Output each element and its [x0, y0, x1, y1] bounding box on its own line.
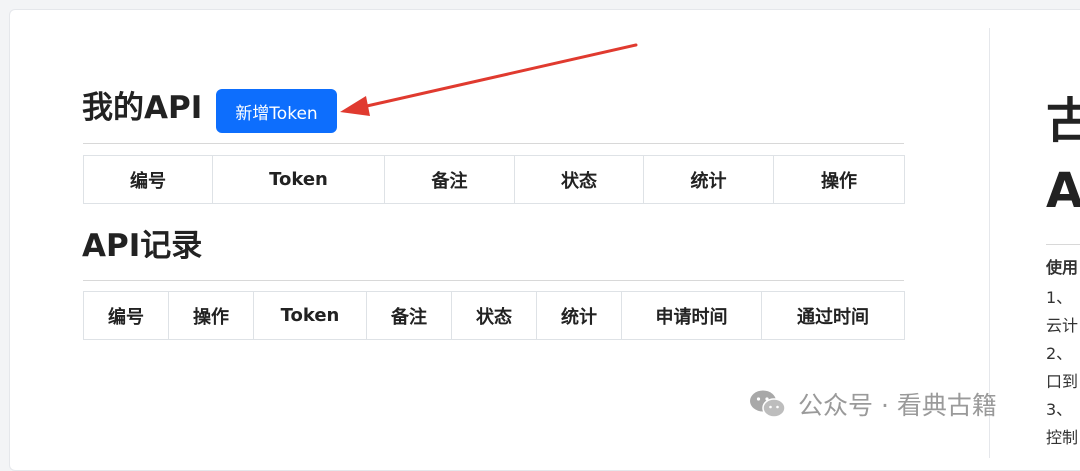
- column-header: 备注: [366, 291, 452, 340]
- side-panel-text: 2、: [1046, 344, 1073, 363]
- column-header: 状态: [514, 155, 644, 204]
- side-panel-title: 古: [1046, 93, 1080, 149]
- section-rule: [83, 143, 904, 144]
- annotation-arrow: [340, 43, 638, 116]
- column-header: 操作: [168, 291, 254, 340]
- column-header: 编号: [83, 155, 213, 204]
- column-header: Token: [253, 291, 367, 340]
- column-header: 状态: [451, 291, 537, 340]
- column-header: 统计: [536, 291, 622, 340]
- side-panel-text: 1、: [1046, 288, 1073, 307]
- table-header-row: 编号 操作 Token 备注 状态 统计 申请时间 通过时间: [83, 291, 905, 340]
- watermark-text: 公众号 · 看典古籍: [798, 391, 997, 420]
- column-header: 申请时间: [621, 291, 762, 340]
- my-api-title: 我的API: [82, 90, 203, 126]
- api-records-title: API记录: [82, 228, 203, 264]
- column-header: 备注: [384, 155, 515, 204]
- column-header: 编号: [83, 291, 169, 340]
- column-header: 统计: [643, 155, 774, 204]
- my-api-table: 编号 Token 备注 状态 统计 操作: [83, 155, 905, 204]
- add-token-button[interactable]: 新增Token: [216, 89, 337, 133]
- side-panel-title: A: [1046, 163, 1080, 219]
- side-panel-rule: [1046, 244, 1080, 245]
- side-panel-text: 3、: [1046, 400, 1073, 419]
- api-records-table: 编号 操作 Token 备注 状态 统计 申请时间 通过时间: [83, 291, 905, 340]
- side-panel-text: 控制: [1046, 428, 1079, 447]
- wechat-icon: [750, 390, 786, 418]
- side-panel-text: 使用: [1046, 258, 1079, 277]
- side-panel-text: 口到: [1046, 372, 1079, 391]
- column-header: Token: [212, 155, 385, 204]
- section-rule: [83, 280, 904, 281]
- column-header: 通过时间: [761, 291, 905, 340]
- table-header-row: 编号 Token 备注 状态 统计 操作: [83, 155, 905, 204]
- watermark: 公众号 · 看典古籍: [748, 386, 997, 422]
- side-panel-text: 云计: [1046, 316, 1079, 335]
- column-header: 操作: [773, 155, 905, 204]
